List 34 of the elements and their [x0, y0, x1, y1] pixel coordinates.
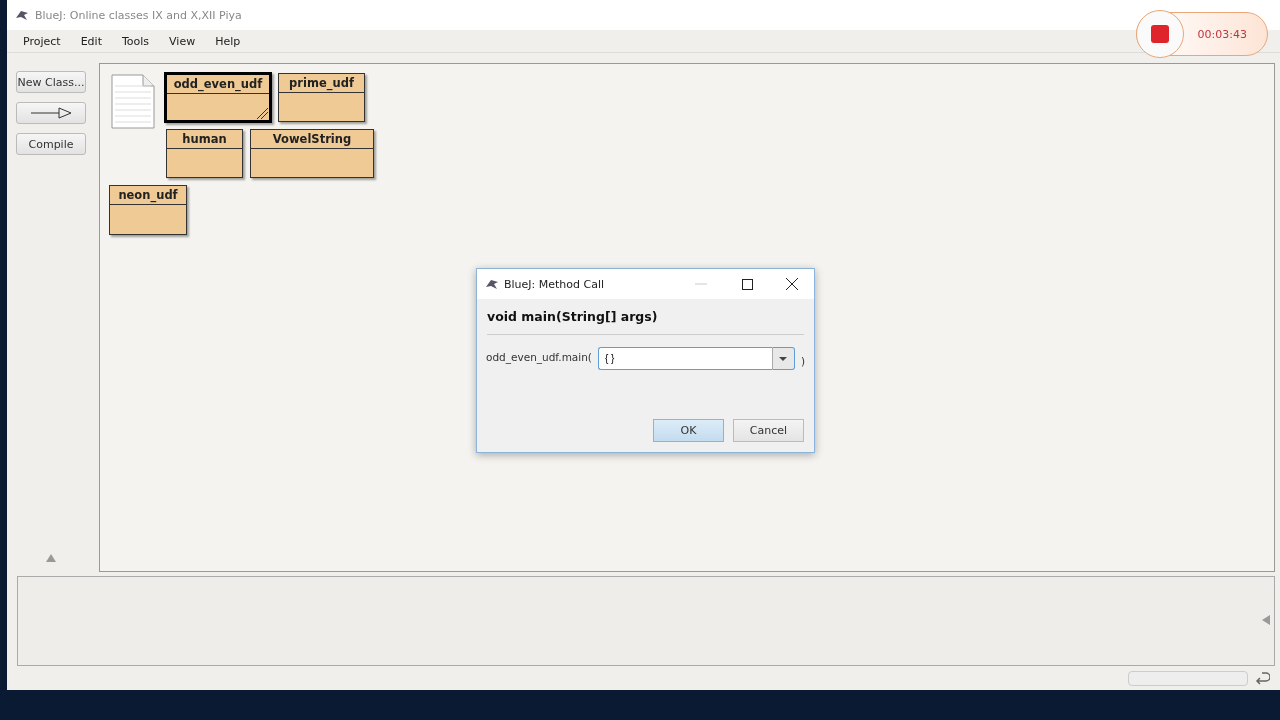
- maximize-icon[interactable]: [742, 278, 753, 290]
- dropdown-button[interactable]: [772, 347, 795, 370]
- return-arrow-icon[interactable]: [1254, 671, 1270, 685]
- dialog-button[interactable]: OK: [653, 419, 724, 442]
- class-node[interactable]: odd_even_udf: [164, 72, 272, 123]
- triangle-left-icon[interactable]: [1262, 615, 1270, 625]
- new-class-button[interactable]: New Class...: [16, 71, 86, 93]
- class-node[interactable]: prime_udf: [278, 73, 365, 122]
- menu-item[interactable]: View: [161, 34, 204, 48]
- window-title: BlueJ: Online classes IX and X,XII Piya: [35, 8, 242, 22]
- arrow-icon: [29, 107, 73, 119]
- dialog-title: BlueJ: Method Call: [504, 277, 606, 291]
- recording-time: 00:03:43: [1197, 27, 1247, 41]
- compile-button[interactable]: Compile: [16, 133, 86, 155]
- dialog-button[interactable]: Cancel: [733, 419, 804, 442]
- class-node[interactable]: human: [166, 129, 243, 178]
- closing-paren: ): [800, 355, 805, 367]
- triangle-up-icon[interactable]: [46, 554, 56, 562]
- menu-item[interactable]: Tools: [113, 34, 158, 48]
- stop-icon: [1151, 25, 1169, 43]
- menu-item[interactable]: Help: [207, 34, 249, 48]
- arrow-button[interactable]: [16, 102, 86, 124]
- argument-field[interactable]: { }: [597, 347, 773, 370]
- call-label: odd_even_udf.main(: [486, 351, 592, 363]
- resize-handle-icon[interactable]: [255, 106, 269, 120]
- dropdown-caret-icon: [779, 356, 788, 361]
- method-signature: void main(String[] args): [487, 309, 804, 335]
- class-node[interactable]: neon_udf: [109, 185, 187, 235]
- class-node[interactable]: VowelString: [250, 129, 374, 178]
- close-icon[interactable]: [786, 278, 798, 290]
- bird-icon: [15, 9, 29, 21]
- menu-item[interactable]: Project: [15, 34, 69, 48]
- menu-item[interactable]: Edit: [72, 34, 110, 48]
- bird-icon: [485, 278, 499, 290]
